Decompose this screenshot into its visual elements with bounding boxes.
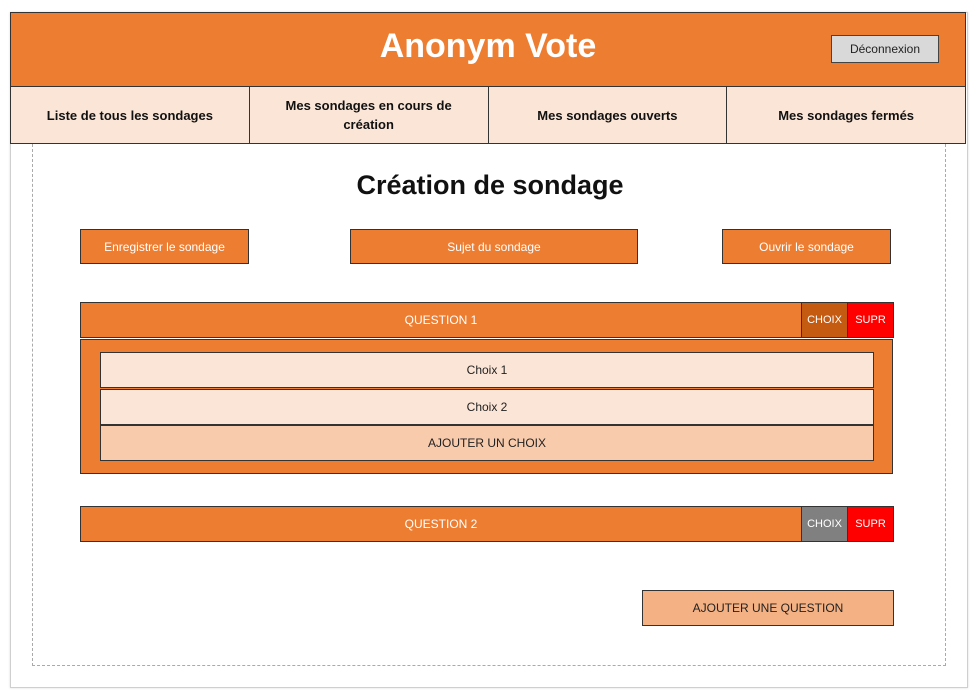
main-nav: Liste de tous les sondages Mes sondages … [10, 86, 966, 144]
tab-all-polls[interactable]: Liste de tous les sondages [10, 86, 250, 144]
app-title: Anonym Vote [379, 27, 597, 65]
question-2-delete-button[interactable]: SUPR [847, 506, 894, 542]
open-poll-button[interactable]: Ouvrir le sondage [722, 229, 891, 264]
question-2-choice-button[interactable]: CHOIX [801, 506, 848, 542]
page-title: Création de sondage [356, 170, 624, 200]
choice-item[interactable]: Choix 2 [100, 389, 874, 425]
tab-open-polls[interactable]: Mes sondages ouverts [487, 86, 728, 144]
question-2-bar[interactable]: QUESTION 2 [80, 506, 802, 542]
tab-polls-in-progress[interactable]: Mes sondages en cours de création [248, 86, 489, 144]
question-1-bar[interactable]: QUESTION 1 [80, 302, 802, 338]
app-header: Anonym Vote Déconnexion [10, 12, 966, 87]
poll-subject-button[interactable]: Sujet du sondage [350, 229, 638, 264]
add-question-button[interactable]: AJOUTER UNE QUESTION [642, 590, 894, 626]
logout-button[interactable]: Déconnexion [831, 35, 939, 63]
tab-closed-polls[interactable]: Mes sondages fermés [726, 86, 966, 144]
question-1-choice-button[interactable]: CHOIX [801, 302, 848, 338]
add-choice-button[interactable]: AJOUTER UN CHOIX [100, 425, 874, 461]
save-poll-button[interactable]: Enregistrer le sondage [80, 229, 249, 264]
question-1-delete-button[interactable]: SUPR [847, 302, 894, 338]
choice-item[interactable]: Choix 1 [100, 352, 874, 388]
